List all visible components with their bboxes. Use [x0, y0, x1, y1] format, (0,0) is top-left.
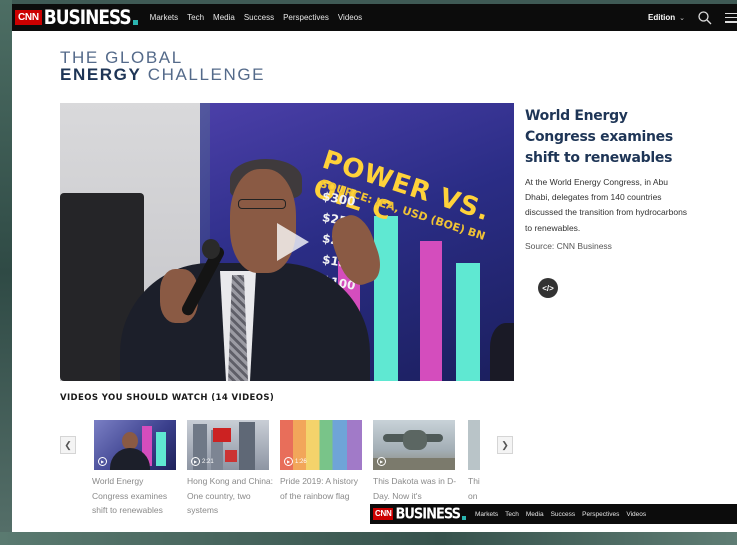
search-icon[interactable]	[697, 10, 713, 26]
video-thumbnail[interactable]: ▶	[94, 420, 176, 470]
hamburger-menu-icon[interactable]	[725, 12, 737, 23]
sticky-nav-link-videos[interactable]: Videos	[626, 511, 646, 518]
nav-right: Edition ⌄	[648, 4, 737, 31]
thumb-building	[239, 422, 255, 470]
thumb-bar	[156, 432, 166, 466]
video-screen-bar	[374, 216, 398, 381]
thumb-duration: ▶	[98, 457, 109, 466]
sticky-nav-links: Markets Tech Media Success Perspectives …	[475, 511, 653, 518]
carousel-next-button[interactable]: ❯	[497, 436, 513, 454]
page-title-rest: CHALLENGE	[141, 65, 266, 84]
embed-code-button[interactable]: </>	[538, 278, 558, 298]
sticky-nav-link-tech[interactable]: Tech	[505, 511, 519, 518]
sticky-nav-link-markets[interactable]: Markets	[475, 511, 498, 518]
thumb-duration: ▶ 1:26	[284, 457, 307, 466]
cnn-logo-box: CNN	[373, 508, 394, 520]
thumb-flag	[213, 428, 231, 442]
thumb-duration: ▶	[377, 457, 388, 466]
main-video-player[interactable]: POWER VS. OIL C SOURCE: IEA, USD (BOE) B…	[60, 103, 514, 381]
chevron-down-icon[interactable]: ⌄	[679, 14, 685, 22]
chevron-left-icon: ❮	[64, 439, 72, 450]
sticky-nav-link-perspectives[interactable]: Perspectives	[582, 511, 619, 518]
page-title-bold: ENERGY	[60, 65, 142, 84]
video-caption[interactable]: World Energy Congress examines shift to …	[92, 474, 178, 518]
play-circle-icon: ▶	[377, 457, 386, 466]
sticky-nav-link-media[interactable]: Media	[526, 511, 544, 518]
video-screen-bar	[456, 263, 480, 381]
thumb-duration: ▶ 2:21	[191, 457, 214, 466]
play-icon[interactable]	[267, 219, 313, 265]
business-wordmark: BUSINESS	[395, 505, 461, 523]
logo-dot	[462, 516, 467, 520]
thumb-duration-text: 1:26	[295, 458, 307, 465]
code-icon: </>	[542, 283, 554, 293]
article-headline[interactable]: World Energy Congress examines shift to …	[525, 106, 695, 169]
video-thumbnail[interactable]: ▶ 1:26	[280, 420, 362, 470]
video-screen-bar	[420, 241, 442, 381]
nav-link-media[interactable]: Media	[213, 13, 235, 22]
nav-link-perspectives[interactable]: Perspectives	[283, 13, 329, 22]
carousel-title: VIDEOS YOU SHOULD WATCH (14 VIDEOS)	[60, 393, 275, 403]
page-title-line2: ENERGY CHALLENGE	[60, 65, 265, 85]
sticky-cnn-business-logo[interactable]: CNN BUSINESS	[373, 501, 467, 528]
play-circle-icon: ▶	[98, 457, 107, 466]
thumb-flag	[225, 450, 237, 462]
video-caption[interactable]: Pride 2019: A history of the rainbow fla…	[280, 474, 366, 518]
logo-dot	[132, 20, 138, 25]
article-source: Source: CNN Business	[525, 241, 612, 251]
article-body: At the World Energy Congress, in Abu Dha…	[525, 177, 688, 233]
thumb-plane-body	[403, 430, 427, 450]
nav-link-markets[interactable]: Markets	[150, 13, 178, 22]
nav-link-videos[interactable]: Videos	[338, 13, 362, 22]
top-nav: CNN BUSINESS Markets Tech Media Success …	[12, 4, 737, 31]
play-circle-icon: ▶	[284, 457, 293, 466]
thumb-duration-text: 2:21	[202, 458, 214, 465]
sticky-nav-link-success[interactable]: Success	[551, 511, 576, 518]
video-thumbnail[interactable]: ▶	[373, 420, 455, 470]
video-foreground-shoulder	[490, 323, 514, 381]
nav-link-tech[interactable]: Tech	[187, 13, 204, 22]
video-caption[interactable]: Hong Kong and China: One country, two sy…	[187, 474, 273, 518]
video-thumbnail[interactable]: ▶ 2:21	[187, 420, 269, 470]
edition-menu[interactable]: Edition	[648, 13, 675, 22]
background-left-edge	[0, 0, 12, 545]
cnn-business-logo[interactable]: CNN BUSINESS	[15, 4, 138, 31]
background-bottom-edge	[0, 532, 737, 545]
sticky-bottom-nav: CNN BUSINESS Markets Tech Media Success …	[370, 504, 737, 524]
business-wordmark: BUSINESS	[43, 6, 132, 29]
microphone-head	[202, 239, 220, 259]
nav-link-success[interactable]: Success	[244, 13, 274, 22]
carousel-prev-button[interactable]: ❮	[60, 436, 76, 454]
play-circle-icon: ▶	[191, 457, 200, 466]
chevron-right-icon: ❯	[501, 439, 509, 450]
speaker-glasses	[238, 199, 286, 209]
cnn-logo-box: CNN	[15, 10, 42, 25]
nav-links: Markets Tech Media Success Perspectives …	[150, 13, 372, 22]
page: CNN BUSINESS Markets Tech Media Success …	[12, 4, 737, 532]
video-thumbnail[interactable]	[468, 420, 480, 470]
